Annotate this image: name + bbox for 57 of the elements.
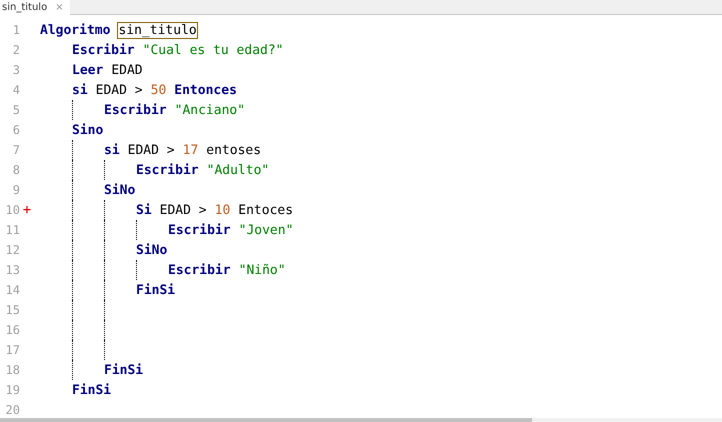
code-keyword: FinSi: [136, 282, 176, 298]
code-token: entoses: [206, 142, 262, 158]
code-token: 50: [150, 82, 166, 98]
line-number: 11: [4, 223, 20, 237]
code-token: "Anciano": [174, 102, 246, 118]
code-keyword: FinSi: [104, 362, 144, 378]
code-keyword: Escribir: [136, 162, 199, 178]
code-keyword: Si: [136, 202, 152, 218]
code-keyword: Sino: [72, 122, 104, 138]
line-number: 6: [12, 123, 20, 137]
code-token: "Niño": [238, 262, 286, 278]
code-keyword: FinSi: [72, 382, 112, 398]
code-token: "Adulto": [206, 162, 270, 178]
code-keyword: Escribir: [168, 222, 231, 238]
tab-label: sin_titulo: [2, 2, 48, 13]
line-number: 12: [4, 243, 20, 257]
code-token: EDAD >: [160, 202, 207, 218]
line-number: 13: [4, 263, 20, 277]
code-token: 10: [214, 202, 230, 218]
code-keyword: Leer: [72, 62, 104, 78]
line-number: 10: [4, 203, 20, 217]
line-number: 20: [4, 403, 20, 417]
code-keyword: Escribir: [168, 262, 231, 278]
code-token: 17: [182, 142, 198, 158]
line-number: 14: [4, 283, 20, 297]
line-number: 15: [4, 303, 20, 317]
code-token: Entoces: [238, 202, 294, 218]
code-token: EDAD >: [96, 82, 143, 98]
scrollbar-thumb[interactable]: [0, 418, 532, 422]
code-keyword: SiNo: [136, 242, 168, 258]
code-token: "Joven": [238, 222, 294, 238]
marker-icon: +: [20, 202, 34, 218]
highlighted-identifier: sin_titulo: [118, 22, 197, 38]
line-number: 16: [4, 323, 20, 337]
code-token: EDAD: [111, 62, 143, 78]
line-number: 1: [12, 23, 20, 37]
line-number: 9: [12, 183, 20, 197]
code-keyword: Algoritmo: [40, 22, 110, 38]
code-keyword: Entonces: [174, 82, 237, 98]
line-number: 19: [4, 383, 20, 397]
line-number: 17: [4, 343, 20, 357]
horizontal-scrollbar[interactable]: [0, 418, 722, 422]
line-number: 7: [12, 143, 20, 157]
code-keyword: si: [72, 82, 88, 98]
code-token: EDAD >: [128, 142, 175, 158]
line-number: 8: [12, 163, 20, 177]
line-number: 4: [12, 83, 20, 97]
code-keyword: Escribir: [72, 42, 135, 58]
code-keyword: SiNo: [104, 182, 136, 198]
line-number: 18: [4, 363, 20, 377]
code-keyword: si: [104, 142, 120, 158]
line-number: 5: [12, 103, 20, 117]
code-token: "Cual es tu edad?": [142, 42, 284, 58]
line-number: 3: [12, 63, 20, 77]
editor-tab[interactable]: sin_titulo ×: [0, 0, 70, 15]
line-number: 2: [12, 43, 20, 57]
code-keyword: Escribir: [104, 102, 167, 118]
